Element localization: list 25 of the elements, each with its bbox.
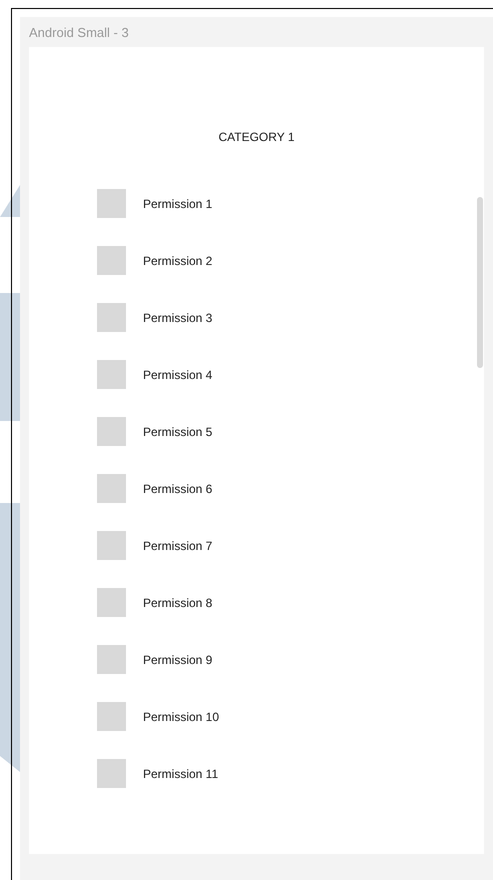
permission-label: Permission 11 — [143, 768, 218, 780]
checkbox[interactable] — [97, 360, 126, 389]
checkbox[interactable] — [97, 645, 126, 674]
checkbox[interactable] — [97, 531, 126, 560]
checkbox[interactable] — [97, 189, 126, 218]
scrollbar[interactable] — [477, 197, 483, 368]
permission-label: Permission 2 — [143, 254, 212, 266]
category-title: CATEGORY 1 — [218, 131, 295, 143]
permission-label: Permission 1 — [143, 198, 212, 210]
frame-label[interactable]: Android Small - 3 — [29, 26, 129, 38]
permission-label: Permission 5 — [143, 426, 212, 438]
checkbox[interactable] — [97, 246, 126, 275]
permission-label: Permission 4 — [143, 368, 212, 380]
permission-label: Permission 8 — [143, 596, 212, 608]
checkbox[interactable] — [97, 702, 126, 731]
permission-label: Permission 7 — [143, 540, 212, 552]
checkbox[interactable] — [97, 759, 126, 788]
permission-label: Permission 6 — [143, 482, 212, 494]
permission-label: Permission 9 — [143, 654, 212, 666]
checkbox[interactable] — [97, 474, 126, 503]
permission-label: Permission 3 — [143, 312, 212, 324]
checkbox[interactable] — [97, 417, 126, 446]
checkbox[interactable] — [97, 303, 126, 332]
checkbox[interactable] — [97, 588, 126, 617]
permission-label: Permission 10 — [143, 710, 220, 722]
